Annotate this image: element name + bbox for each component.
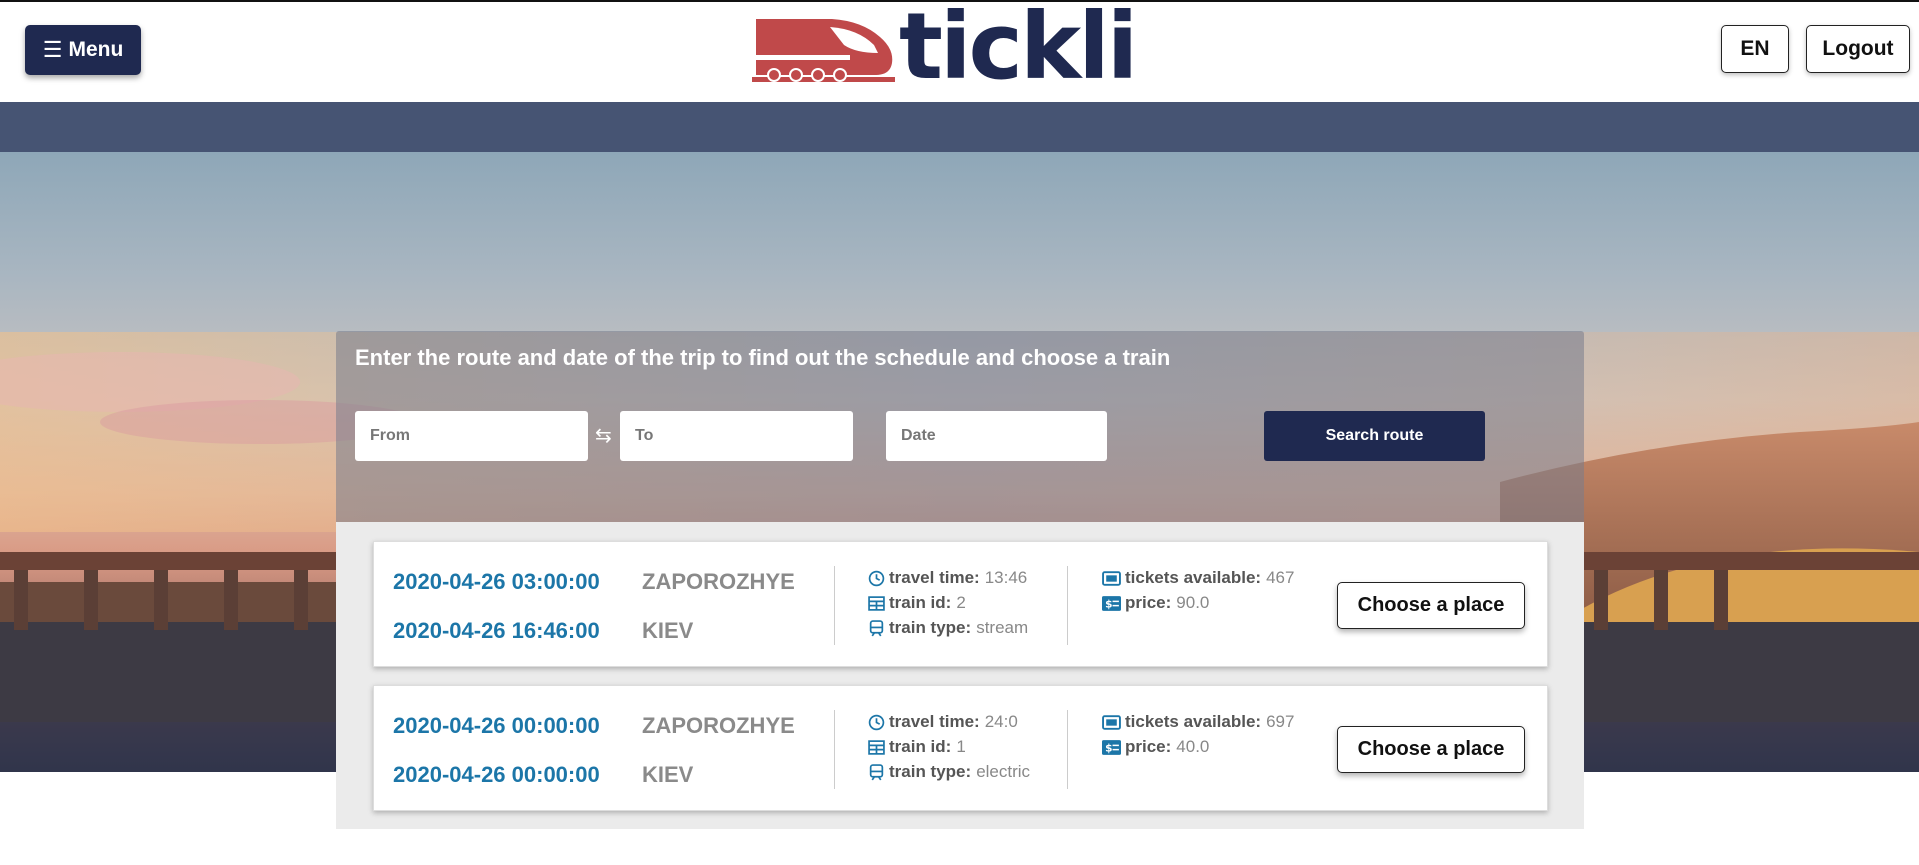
travel-time-value: 24:0	[984, 712, 1018, 731]
price-label: price:	[1125, 593, 1172, 612]
price-value: 40.0	[1176, 737, 1210, 756]
train-icon	[869, 763, 884, 780]
tickets-label: tickets available:	[1125, 568, 1262, 587]
hamburger-icon: ☰	[42, 37, 63, 62]
search-title: Enter the route and date of the trip to …	[355, 345, 1171, 370]
language-button[interactable]: EN	[1721, 25, 1789, 73]
search-route-button[interactable]: Search route	[1264, 411, 1485, 461]
from-station: ZAPOROZHYE	[642, 713, 795, 738]
train-id-label: train id:	[889, 737, 952, 756]
train-type-label: train type:	[889, 618, 972, 637]
travel-time-label: travel time:	[889, 712, 980, 731]
arrival-time: 2020-04-26 00:00:00	[393, 762, 600, 787]
travel-time-label: travel time:	[889, 568, 980, 587]
train-type-info: train type: stream	[868, 618, 1028, 638]
table-icon	[868, 595, 885, 611]
date-input[interactable]	[886, 411, 1107, 461]
choose-place-button[interactable]: Choose a place	[1337, 582, 1525, 629]
logo-text: tickli	[899, 0, 1138, 100]
tickets-info: tickets available: 467	[1102, 568, 1294, 588]
tickets-info: tickets available: 697	[1102, 712, 1294, 732]
clock-icon	[868, 570, 885, 586]
train-logo-icon	[752, 19, 895, 82]
train-type-value: stream	[976, 618, 1029, 637]
divider	[834, 710, 835, 789]
sub-navbar	[0, 102, 1919, 152]
train-id-value: 2	[956, 593, 966, 612]
train-id-info: train id: 2	[868, 593, 966, 613]
departure-time: 2020-04-26 00:00:00	[393, 713, 600, 738]
travel-time-info: travel time: 24:0	[868, 712, 1018, 732]
train-type-value: electric	[976, 762, 1031, 781]
divider	[1067, 566, 1068, 645]
swap-icon[interactable]: ⇆	[595, 423, 612, 448]
train-icon	[869, 619, 884, 636]
result-card: 2020-04-26 00:00:00 2020-04-26 00:00:00 …	[373, 685, 1548, 811]
menu-label: Menu	[68, 38, 124, 61]
arrival-time: 2020-04-26 16:46:00	[393, 618, 600, 643]
to-input[interactable]	[620, 411, 853, 461]
from-station: ZAPOROZHYE	[642, 569, 795, 594]
choose-place-button[interactable]: Choose a place	[1337, 726, 1525, 773]
svg-text:$: $	[1105, 742, 1112, 754]
money-icon: $	[1102, 595, 1121, 611]
logout-button[interactable]: Logout	[1806, 25, 1910, 73]
clock-icon	[868, 714, 885, 730]
price-value: 90.0	[1176, 593, 1210, 612]
divider	[834, 566, 835, 645]
results-list: 2020-04-26 03:00:00 2020-04-26 16:46:00 …	[336, 522, 1584, 829]
divider	[1067, 710, 1068, 789]
train-type-info: train type: electric	[868, 762, 1030, 782]
travel-time-value: 13:46	[984, 568, 1028, 587]
train-id-label: train id:	[889, 593, 952, 612]
train-type-label: train type:	[889, 762, 972, 781]
logo[interactable]: tickli	[752, 1, 1138, 93]
menu-button[interactable]: ☰ Menu	[25, 25, 141, 75]
tickets-value: 467	[1266, 568, 1295, 587]
tickets-value: 697	[1266, 712, 1295, 731]
tickets-label: tickets available:	[1125, 712, 1262, 731]
departure-time: 2020-04-26 03:00:00	[393, 569, 600, 594]
table-icon	[868, 739, 885, 755]
price-info: $ price: 40.0	[1102, 737, 1209, 757]
ticket-icon	[1102, 714, 1121, 730]
price-label: price:	[1125, 737, 1172, 756]
ticket-icon	[1102, 570, 1121, 586]
to-station: KIEV	[642, 762, 694, 787]
money-icon: $	[1102, 739, 1121, 755]
from-input[interactable]	[355, 411, 588, 461]
search-panel: Enter the route and date of the trip to …	[336, 331, 1584, 522]
svg-text:$: $	[1105, 598, 1112, 610]
price-info: $ price: 90.0	[1102, 593, 1209, 613]
train-id-info: train id: 1	[868, 737, 966, 757]
travel-time-info: travel time: 13:46	[868, 568, 1027, 588]
to-station: KIEV	[642, 618, 694, 643]
navbar: ☰ Menu tickli EN Logout	[0, 1, 1919, 102]
result-card: 2020-04-26 03:00:00 2020-04-26 16:46:00 …	[373, 541, 1548, 667]
train-id-value: 1	[956, 737, 966, 756]
